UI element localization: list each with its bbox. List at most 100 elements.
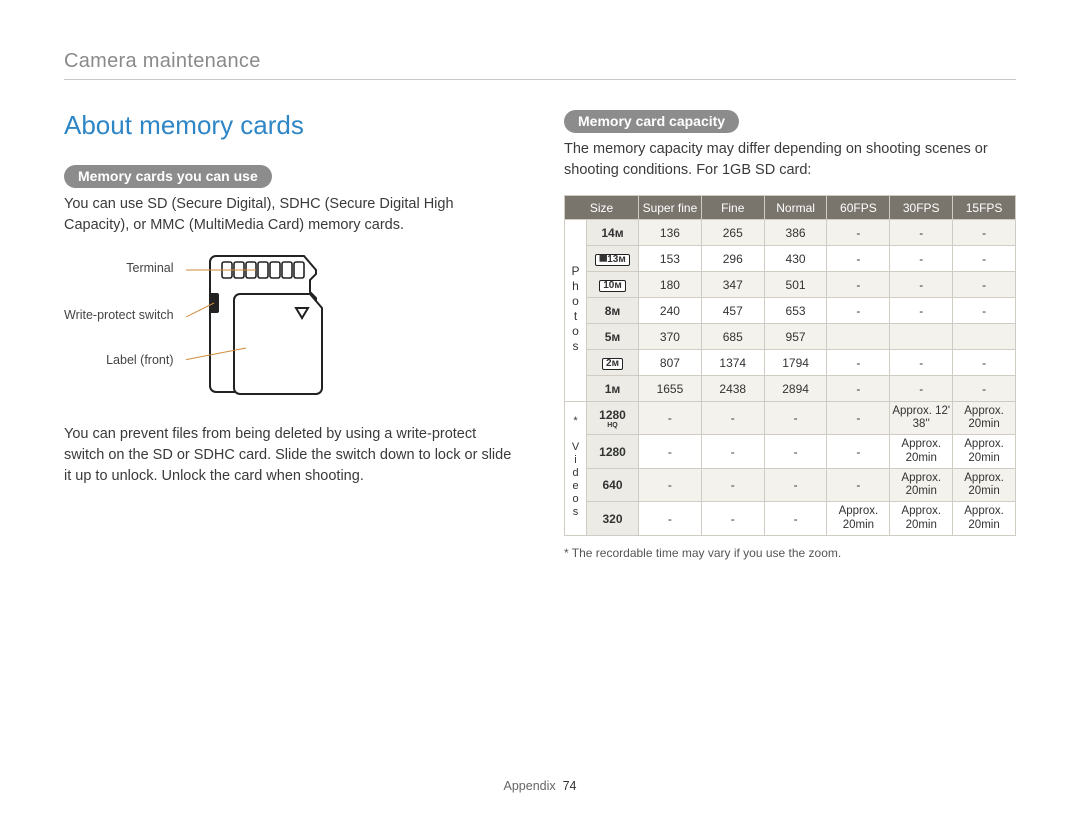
- diagram-label-write-protect: Write-protect switch: [64, 308, 174, 322]
- table-row: 320---Approx. 20minApprox. 20minApprox. …: [565, 502, 1016, 535]
- table-cell: [890, 324, 953, 350]
- subhead-cards-you-can-use: Memory cards you can use: [64, 165, 272, 188]
- row-group-videos: * Videos: [565, 402, 587, 536]
- size-icon-cell: 5ᴍ: [587, 324, 639, 350]
- capacity-table-wrap: Size Super fine Fine Normal 60FPS 30FPS …: [564, 195, 1016, 536]
- size-icon-cell: 14ᴍ: [587, 220, 639, 246]
- table-cell: -: [953, 220, 1016, 246]
- sd-card-illustration: [186, 248, 356, 408]
- capacity-footnote: * The recordable time may vary if you us…: [564, 546, 1016, 560]
- table-cell: 136: [639, 220, 702, 246]
- table-cell: 1794: [764, 350, 827, 376]
- paragraph-capacity-intro: The memory capacity may differ depending…: [564, 139, 1016, 181]
- table-cell: 1655: [639, 376, 702, 402]
- table-cell: -: [890, 350, 953, 376]
- table-cell: 2894: [764, 376, 827, 402]
- table-cell: Approx. 20min: [890, 468, 953, 501]
- table-cell: -: [764, 502, 827, 535]
- table-cell: -: [827, 350, 890, 376]
- table-cell: 296: [701, 246, 764, 272]
- table-cell: Approx. 20min: [890, 435, 953, 468]
- capacity-table: Size Super fine Fine Normal 60FPS 30FPS …: [564, 195, 1016, 536]
- table-row: 2ᴍ80713741794---: [565, 350, 1016, 376]
- sd-card-diagram: Terminal Write-protect switch Label (fro…: [64, 248, 516, 408]
- table-row: Photos14ᴍ136265386---: [565, 220, 1016, 246]
- table-cell: -: [639, 435, 702, 468]
- breadcrumb: Camera maintenance: [64, 50, 1016, 73]
- table-cell: 386: [764, 220, 827, 246]
- table-cell: -: [953, 246, 1016, 272]
- table-row: 10ᴍ180347501---: [565, 272, 1016, 298]
- right-column: Memory card capacity The memory capacity…: [564, 110, 1016, 560]
- size-icon-cell: 1280HQ: [587, 402, 639, 435]
- table-cell: -: [639, 402, 702, 435]
- table-cell: 957: [764, 324, 827, 350]
- table-cell: -: [953, 298, 1016, 324]
- table-cell: Approx. 12' 38'': [890, 402, 953, 435]
- table-cell: 370: [639, 324, 702, 350]
- table-row: 1ᴍ165524382894---: [565, 376, 1016, 402]
- size-icon-cell: 1ᴍ: [587, 376, 639, 402]
- size-icon-cell: 10ᴍ: [587, 272, 639, 298]
- table-row: ⯀13ᴍ153296430---: [565, 246, 1016, 272]
- left-column: About memory cards Memory cards you can …: [64, 110, 516, 560]
- table-row: 5ᴍ370685957: [565, 324, 1016, 350]
- table-cell: 685: [701, 324, 764, 350]
- table-cell: Approx. 20min: [953, 468, 1016, 501]
- table-cell: 240: [639, 298, 702, 324]
- table-header-row: Size Super fine Fine Normal 60FPS 30FPS …: [565, 196, 1016, 220]
- table-row: 640----Approx. 20minApprox. 20min: [565, 468, 1016, 501]
- table-cell: -: [827, 402, 890, 435]
- size-icon-cell: 8ᴍ: [587, 298, 639, 324]
- size-icon-cell: ⯀13ᴍ: [587, 246, 639, 272]
- table-cell: [953, 324, 1016, 350]
- footer-page-number: 74: [563, 779, 577, 793]
- th-30fps: 30FPS: [890, 196, 953, 220]
- subhead-capacity: Memory card capacity: [564, 110, 739, 133]
- header-rule: [64, 79, 1016, 80]
- table-cell: 347: [701, 272, 764, 298]
- table-cell: -: [953, 272, 1016, 298]
- table-cell: 2438: [701, 376, 764, 402]
- table-cell: Approx. 20min: [953, 502, 1016, 535]
- th-superfine: Super fine: [639, 196, 702, 220]
- table-cell: -: [827, 435, 890, 468]
- row-group-photos: Photos: [565, 220, 587, 402]
- footer-section: Appendix: [504, 779, 556, 793]
- table-cell: 457: [701, 298, 764, 324]
- table-cell: -: [827, 220, 890, 246]
- table-cell: 180: [639, 272, 702, 298]
- table-cell: -: [701, 502, 764, 535]
- size-icon-cell: 640: [587, 468, 639, 501]
- th-normal: Normal: [764, 196, 827, 220]
- page-footer: Appendix 74: [0, 779, 1080, 793]
- th-60fps: 60FPS: [827, 196, 890, 220]
- table-cell: -: [890, 272, 953, 298]
- table-cell: 265: [701, 220, 764, 246]
- size-icon-cell: 2ᴍ: [587, 350, 639, 376]
- table-row: * Videos1280HQ----Approx. 12' 38''Approx…: [565, 402, 1016, 435]
- table-cell: -: [890, 376, 953, 402]
- table-cell: Approx. 20min: [953, 402, 1016, 435]
- table-cell: 1374: [701, 350, 764, 376]
- table-cell: -: [701, 402, 764, 435]
- paragraph-card-types: You can use SD (Secure Digital), SDHC (S…: [64, 194, 516, 236]
- paragraph-write-protect: You can prevent files from being deleted…: [64, 424, 516, 487]
- table-cell: -: [890, 220, 953, 246]
- table-cell: -: [953, 376, 1016, 402]
- table-cell: -: [639, 468, 702, 501]
- table-cell: Approx. 20min: [953, 435, 1016, 468]
- table-cell: -: [639, 502, 702, 535]
- table-cell: -: [764, 468, 827, 501]
- table-cell: -: [890, 246, 953, 272]
- size-icon-cell: 320: [587, 502, 639, 535]
- diagram-label-front: Label (front): [106, 353, 173, 367]
- table-cell: -: [827, 376, 890, 402]
- table-cell: -: [764, 402, 827, 435]
- table-cell: -: [764, 435, 827, 468]
- table-cell: -: [827, 298, 890, 324]
- table-cell: Approx. 20min: [827, 502, 890, 535]
- table-cell: -: [953, 350, 1016, 376]
- table-cell: 501: [764, 272, 827, 298]
- th-15fps: 15FPS: [953, 196, 1016, 220]
